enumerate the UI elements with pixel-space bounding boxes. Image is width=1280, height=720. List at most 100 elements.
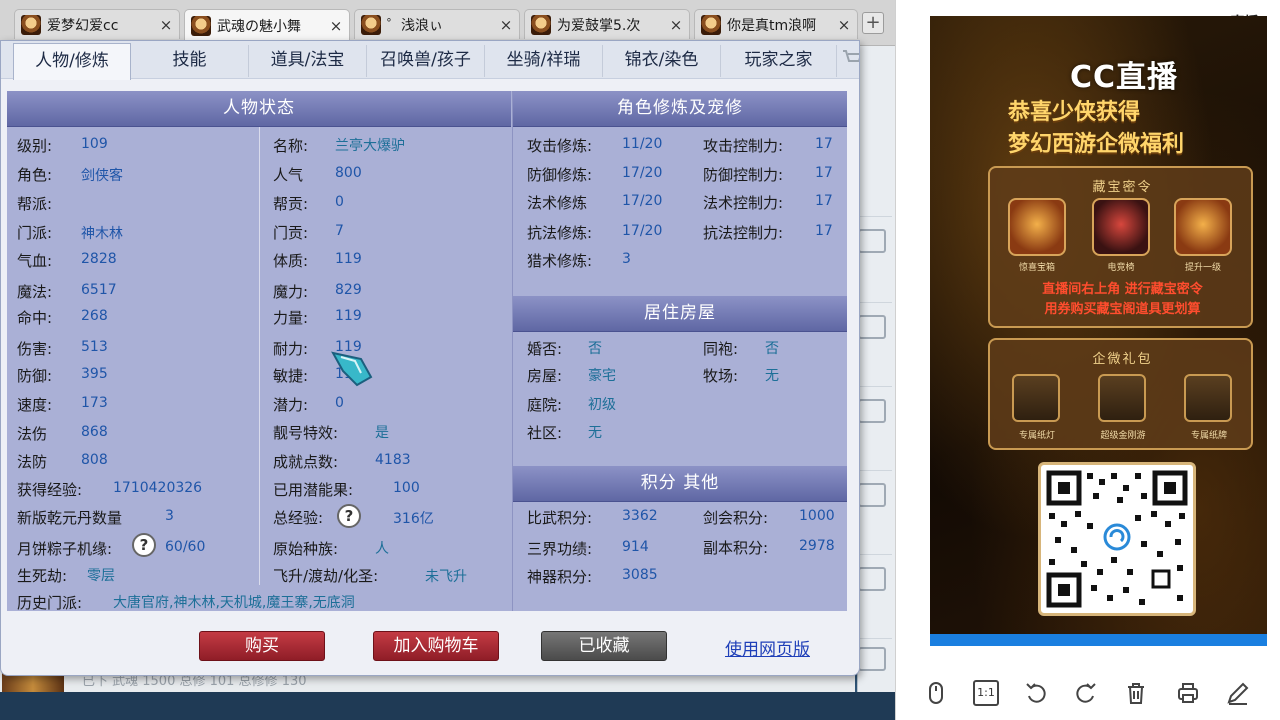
tab-skills[interactable]: 技能 xyxy=(131,45,249,77)
gift-card: 企微礼包 专属纸灯 超级金刚游 专属纸牌 xyxy=(988,338,1253,450)
dialog-tab-bar: 人物/修炼 技能 道具/法宝 召唤兽/孩子 坐骑/祥瑞 锦衣/染色 玩家之家 xyxy=(1,41,860,80)
item-caption: 惊喜宝箱 xyxy=(1018,263,1055,273)
web-version-link[interactable]: 使用网页版 xyxy=(725,635,810,660)
section-header-status: 人物状态 xyxy=(7,91,511,127)
stat-value: 零层 xyxy=(87,568,115,584)
buy-button[interactable]: 购买 xyxy=(199,631,325,661)
stat-value: 剑侠客 xyxy=(81,168,123,184)
points-value: 914 xyxy=(622,539,649,555)
stat-value: 3 xyxy=(165,508,174,524)
stat-label: 生死劫: xyxy=(17,567,68,585)
stat-label: 敏捷: xyxy=(273,367,309,385)
favorited-button[interactable]: 已收藏 xyxy=(541,631,667,661)
stat-value: 兰亭大爆驴 xyxy=(335,138,405,154)
points-label: 副本积分: xyxy=(703,539,769,557)
item-caption: 提升一级 xyxy=(1184,263,1221,273)
stat-label: 级别: xyxy=(17,137,53,155)
lantern-icon xyxy=(1012,374,1060,422)
browser-tab-active[interactable]: 武魂の魅小舞 × xyxy=(184,9,350,41)
cart-icon[interactable] xyxy=(858,483,886,507)
column-divider xyxy=(512,91,513,611)
housing-value: 无 xyxy=(765,368,779,384)
cart-icon[interactable] xyxy=(858,567,886,591)
stat-label: 成就点数: xyxy=(273,453,339,471)
stat-value: 868 xyxy=(81,424,108,440)
stat-value: 829 xyxy=(335,282,362,298)
game-avatar-icon xyxy=(191,15,211,36)
stat-label: 伤害: xyxy=(17,340,53,358)
stat-value: 0 xyxy=(335,395,344,411)
new-tab-button[interactable]: + xyxy=(862,12,884,34)
mouse-icon[interactable] xyxy=(923,680,949,706)
section-header-housing: 居住房屋 xyxy=(513,296,847,332)
browser-tab[interactable]: 你是真tm浪啊 × xyxy=(694,9,858,39)
cart-icon[interactable] xyxy=(841,47,860,69)
tab-mounts[interactable]: 坐骑/祥瑞 xyxy=(485,45,603,77)
cart-icon[interactable] xyxy=(858,315,886,339)
stat-label: 月饼粽子机缘: xyxy=(17,540,113,558)
background-list-column xyxy=(857,46,895,720)
add-to-cart-button[interactable]: 加入购物车 xyxy=(373,631,499,661)
tab-pets[interactable]: 召唤兽/孩子 xyxy=(367,45,485,77)
section-header-points: 积分 其他 xyxy=(513,466,847,502)
tab-character[interactable]: 人物/修炼 xyxy=(13,43,131,80)
close-icon[interactable]: × xyxy=(837,16,851,34)
cultivation-value: 17 xyxy=(815,136,833,152)
close-icon[interactable]: × xyxy=(159,16,173,34)
qr-code[interactable] xyxy=(1038,462,1196,616)
close-icon[interactable]: × xyxy=(499,16,513,34)
housing-value: 无 xyxy=(588,425,602,441)
points-value: 3362 xyxy=(622,508,658,524)
card-title: 藏宝密令 xyxy=(1092,180,1153,195)
delete-icon[interactable] xyxy=(1123,680,1149,706)
edit-icon[interactable] xyxy=(1225,680,1251,706)
stat-label: 总经验: xyxy=(273,509,324,527)
cultivation-value: 17 xyxy=(815,165,833,181)
chair-icon xyxy=(1092,198,1150,256)
cultivation-value: 17 xyxy=(815,193,833,209)
browser-tab[interactable]: 爱梦幻爱cc × xyxy=(14,9,180,39)
cart-icon[interactable] xyxy=(858,647,886,671)
cultivation-label: 抗法修炼: xyxy=(527,224,593,242)
points-label: 神器积分: xyxy=(527,568,593,586)
treasure-chest-icon xyxy=(1008,198,1066,256)
points-label: 剑会积分: xyxy=(703,509,769,527)
background-bottom-bar xyxy=(0,692,895,720)
browser-tab[interactable]: 为爱鼓掌5.次 × xyxy=(524,9,690,39)
stat-label: 名称: xyxy=(273,137,309,155)
browser-tab[interactable]: ゜浅浪ぃ × xyxy=(354,9,520,39)
close-icon[interactable]: × xyxy=(669,16,683,34)
panel-divider xyxy=(895,0,905,720)
cart-icon[interactable] xyxy=(858,399,886,423)
cultivation-value: 17/20 xyxy=(622,165,663,181)
stat-value: 4183 xyxy=(375,452,411,468)
points-value: 3085 xyxy=(622,567,658,583)
print-icon[interactable] xyxy=(1175,680,1201,706)
stat-label: 力量: xyxy=(273,309,309,327)
housing-value: 否 xyxy=(588,341,602,357)
rotate-left-icon[interactable] xyxy=(1023,680,1049,706)
actual-size-icon[interactable]: 1:1 xyxy=(973,680,999,706)
stat-value: 808 xyxy=(81,452,108,468)
stat-label: 人气 xyxy=(273,166,304,184)
stat-value: 100 xyxy=(393,480,420,496)
promo-text: 用券购买藏宝阁道具更划算 xyxy=(1044,302,1201,317)
tab-outfits[interactable]: 锦衣/染色 xyxy=(603,45,721,77)
promo-text: 直播间右上角 进行藏宝密令 xyxy=(1042,282,1203,297)
cultivation-label: 抗法控制力: xyxy=(703,224,784,242)
stat-label: 魔力: xyxy=(273,283,309,301)
item-caption: 电竞椅 xyxy=(1107,263,1135,273)
close-icon[interactable]: × xyxy=(329,17,343,35)
stat-value: 神木林 xyxy=(81,226,123,242)
tab-title: 你是真tm浪啊 xyxy=(727,17,817,34)
tab-items[interactable]: 道具/法宝 xyxy=(249,45,367,77)
help-icon[interactable]: ? xyxy=(337,504,361,528)
points-label: 三界功绩: xyxy=(527,540,593,558)
stat-label: 帮派: xyxy=(17,195,53,213)
cart-icon[interactable] xyxy=(858,229,886,253)
stat-label: 飞升/渡劫/化圣: xyxy=(273,567,379,585)
rotate-right-icon[interactable] xyxy=(1073,680,1099,706)
help-icon[interactable]: ? xyxy=(132,533,156,557)
stat-label: 防御: xyxy=(17,367,53,385)
tab-home[interactable]: 玩家之家 xyxy=(721,45,837,77)
